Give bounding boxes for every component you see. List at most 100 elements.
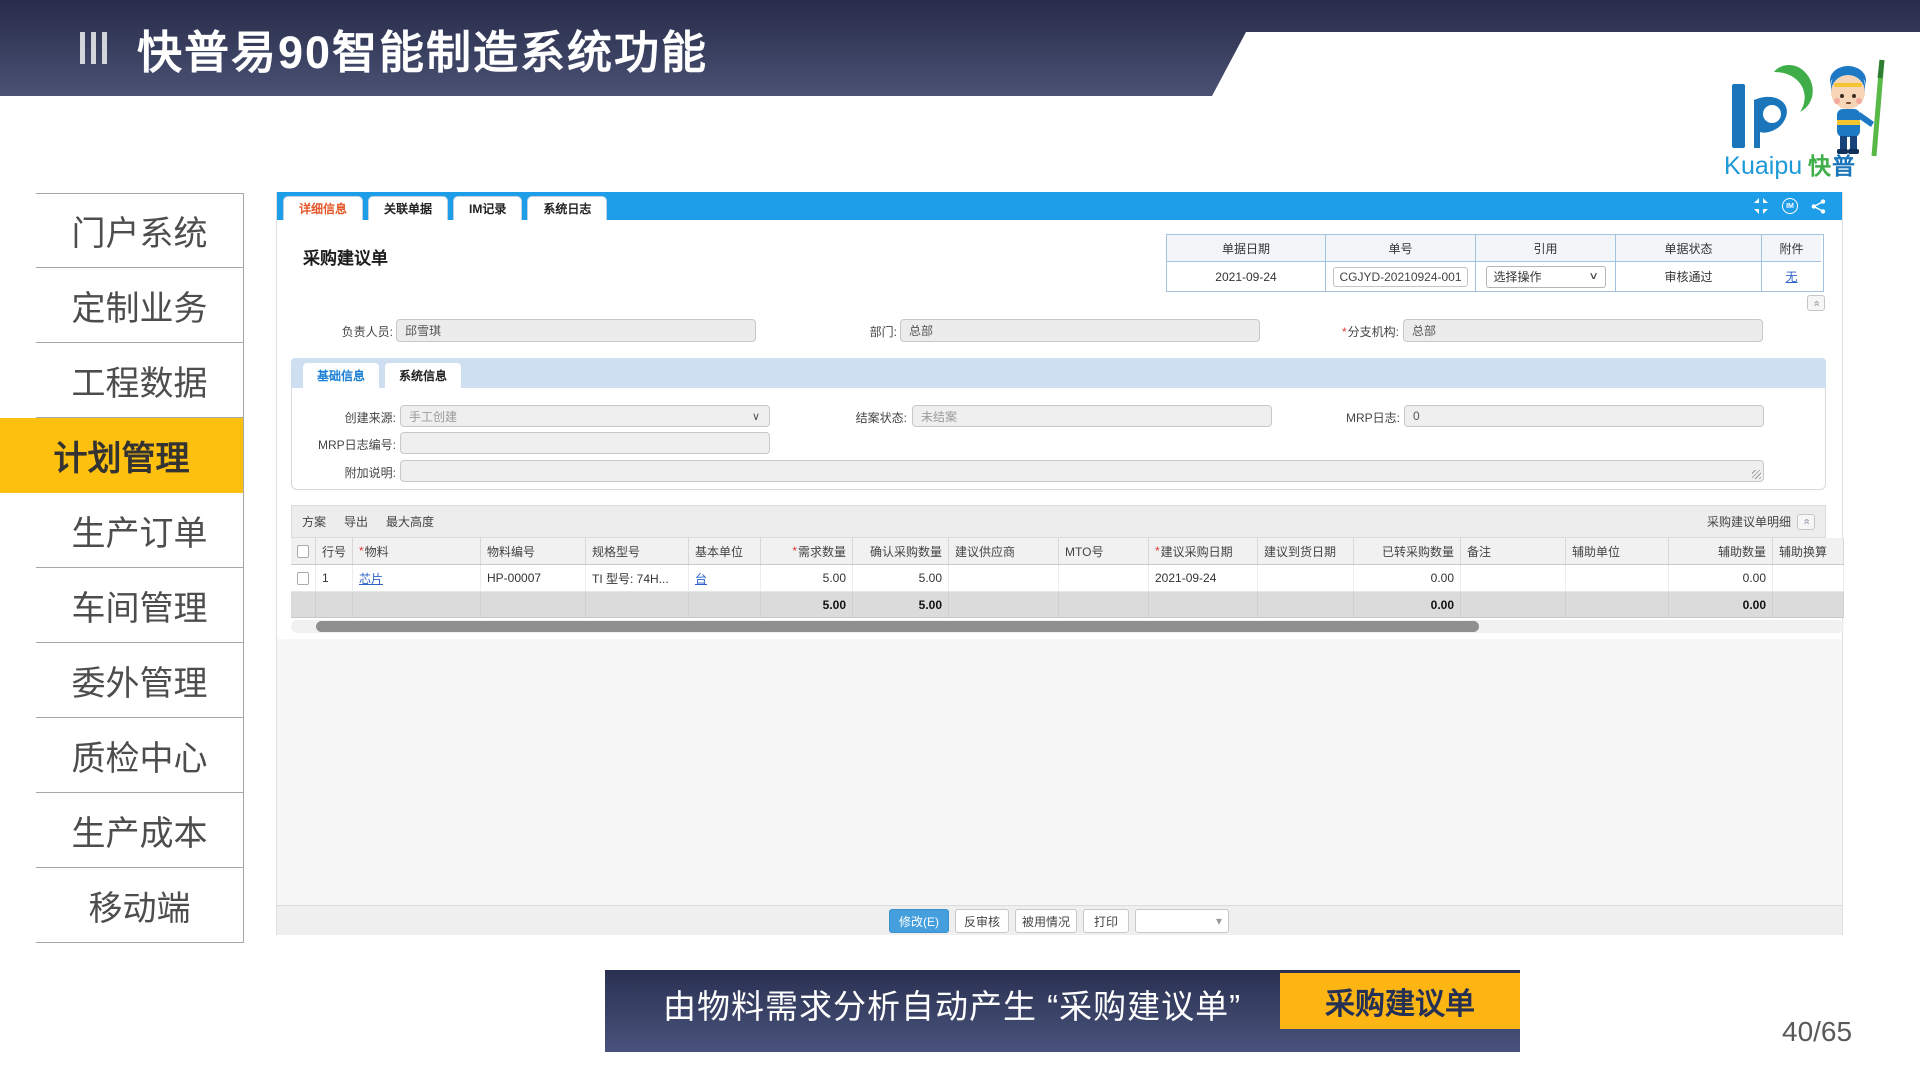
- logo-cn-fast: 快: [1808, 153, 1832, 179]
- sidebar-item-1[interactable]: 门户系统: [36, 193, 243, 268]
- footer-button-2[interactable]: 反审核: [955, 909, 1009, 933]
- top-banner: 快普易90智能制造系统功能: [0, 0, 1920, 96]
- grid-cell: [481, 592, 586, 617]
- app-tab-4[interactable]: 系统日志: [527, 196, 607, 220]
- scrollbar-thumb[interactable]: [316, 621, 1479, 632]
- grid-cell: [1461, 565, 1566, 591]
- doc-col-number: 单号: [1325, 235, 1475, 262]
- grid-cell: [1773, 592, 1844, 617]
- grid-cell: 5.00: [761, 592, 853, 617]
- sidebar-item-7[interactable]: 委外管理: [36, 643, 243, 718]
- grid-cell: [1059, 592, 1149, 617]
- chevron-down-icon: ∨: [752, 410, 760, 423]
- close-status-field[interactable]: 未结案: [912, 405, 1272, 427]
- grid-cell: [949, 592, 1059, 617]
- grid-cell: [586, 592, 689, 617]
- column-header: 辅助换算: [1773, 538, 1844, 564]
- grid-cell: [1258, 565, 1354, 591]
- grid-cell: HP-00007: [481, 565, 586, 591]
- grid-panel-label: 采购建议单明细: [1707, 513, 1791, 530]
- horizontal-scrollbar[interactable]: [291, 620, 1844, 633]
- column-header: *物料: [353, 538, 481, 564]
- note-textarea[interactable]: [400, 460, 1764, 482]
- column-header: MTO号: [1059, 538, 1149, 564]
- column-header: 辅助数量: [1669, 538, 1773, 564]
- basic-info-panel: 创建来源: 手工创建 ∨ 结案状态: 未结案 MRP日志: 0 MRP日志编号:…: [291, 388, 1826, 490]
- collapse-header-button[interactable]: «: [1807, 295, 1825, 311]
- owner-field[interactable]: 邱雪琪: [396, 319, 756, 342]
- doc-date-value: 2021-09-24: [1167, 262, 1325, 291]
- grid-cell: [1059, 565, 1149, 591]
- tab-basic-info[interactable]: 基础信息: [303, 363, 379, 388]
- detail-grid: 行号*物料物料编号规格型号基本单位*需求数量确认采购数量建议供应商MTO号*建议…: [291, 538, 1844, 618]
- doc-title: 采购建议单: [303, 244, 388, 269]
- grid-cell: [1566, 565, 1669, 591]
- sidebar-item-4[interactable]: 计划管理: [0, 418, 243, 493]
- im-icon[interactable]: IM: [1782, 198, 1798, 214]
- sidebar-item-3[interactable]: 工程数据: [36, 343, 243, 418]
- sidebar-item-8[interactable]: 质检中心: [36, 718, 243, 793]
- column-header: 辅助单位: [1566, 538, 1669, 564]
- cell-link[interactable]: 芯片: [359, 570, 383, 587]
- tab-system-info[interactable]: 系统信息: [385, 363, 461, 388]
- chevron-down-icon: ▾: [1216, 914, 1222, 928]
- footer-button-1[interactable]: 修改(E): [889, 909, 949, 933]
- attachment-link[interactable]: 无: [1785, 268, 1797, 285]
- column-header: 确认采购数量: [853, 538, 949, 564]
- doc-col-status: 单据状态: [1615, 235, 1761, 262]
- footer-button-3[interactable]: 被用情况: [1015, 909, 1077, 933]
- slide: 快普易90智能制造系统功能 K uaipu 快 普 门户系统定制业务工程数据计划…: [0, 0, 1920, 1080]
- sidebar-item-6[interactable]: 车间管理: [36, 568, 243, 643]
- grid-cell: [1149, 592, 1258, 617]
- row-checkbox[interactable]: [297, 572, 309, 585]
- required-marker: *: [792, 544, 797, 558]
- bottom-banner-text: 由物料需求分析自动产生 “采购建议单”: [663, 970, 1241, 1038]
- row-checkbox[interactable]: [297, 545, 309, 558]
- grid-cell: 0.00: [1354, 592, 1461, 617]
- doc-number-value: CGJYD-20210924-001: [1333, 267, 1467, 287]
- dept-field[interactable]: 总部: [900, 319, 1260, 342]
- resize-grip-icon[interactable]: [1752, 470, 1761, 479]
- owner-label: 负责人员:: [307, 323, 393, 340]
- sidebar-item-10[interactable]: 移动端: [36, 868, 243, 943]
- app-tab-2[interactable]: 关联单据: [368, 196, 448, 220]
- grid-cell: 5.00: [761, 565, 853, 591]
- reference-action-select[interactable]: 选择操作 ∨: [1486, 266, 1606, 288]
- restore-size-icon[interactable]: [1753, 198, 1769, 214]
- footer-button-4[interactable]: 打印: [1083, 909, 1129, 933]
- mrp-log-no-field[interactable]: [400, 432, 770, 454]
- mrp-log-label: MRP日志:: [1312, 409, 1400, 426]
- sidebar-item-2[interactable]: 定制业务: [36, 268, 243, 343]
- checkbox-cell: [291, 592, 316, 617]
- app-tab-1[interactable]: 详细信息: [283, 196, 363, 220]
- doc-col-date: 单据日期: [1167, 235, 1325, 262]
- kuaipu-logo: K uaipu 快 普: [1716, 56, 1896, 180]
- mrp-log-field[interactable]: 0: [1404, 405, 1764, 427]
- grid-cell: 芯片: [353, 565, 481, 591]
- mrp-log-no-label: MRP日志编号:: [292, 436, 396, 453]
- app-tab-3[interactable]: IM记录: [453, 196, 522, 220]
- column-header: 建议供应商: [949, 538, 1059, 564]
- grid-header-row: 行号*物料物料编号规格型号基本单位*需求数量确认采购数量建议供应商MTO号*建议…: [291, 538, 1844, 565]
- sidebar-item-9[interactable]: 生产成本: [36, 793, 243, 868]
- column-header: 规格型号: [586, 538, 689, 564]
- empty-area: [277, 639, 1842, 905]
- column-header: 已转采购数量: [1354, 538, 1461, 564]
- grid-cell: [316, 592, 353, 617]
- required-marker: *: [1155, 544, 1160, 558]
- toolbar-link-1[interactable]: 方案: [302, 513, 326, 530]
- toolbar-link-2[interactable]: 导出: [344, 513, 368, 530]
- share-icon[interactable]: [1811, 199, 1826, 214]
- cell-link[interactable]: 台: [695, 570, 707, 587]
- collapse-grid-button[interactable]: «: [1797, 514, 1815, 530]
- sidebar-item-5[interactable]: 生产订单: [36, 493, 243, 568]
- doc-status-value: 审核通过: [1615, 262, 1761, 291]
- more-actions-select[interactable]: ▾: [1135, 909, 1229, 933]
- toolbar-link-3[interactable]: 最大高度: [386, 513, 434, 530]
- logo-cn-pu: 普: [1832, 153, 1855, 179]
- source-select[interactable]: 手工创建 ∨: [400, 405, 770, 427]
- column-header: 物料编号: [481, 538, 586, 564]
- grid-cell: [353, 592, 481, 617]
- branch-field[interactable]: 总部: [1403, 319, 1763, 342]
- grid-cell: 1: [316, 565, 353, 591]
